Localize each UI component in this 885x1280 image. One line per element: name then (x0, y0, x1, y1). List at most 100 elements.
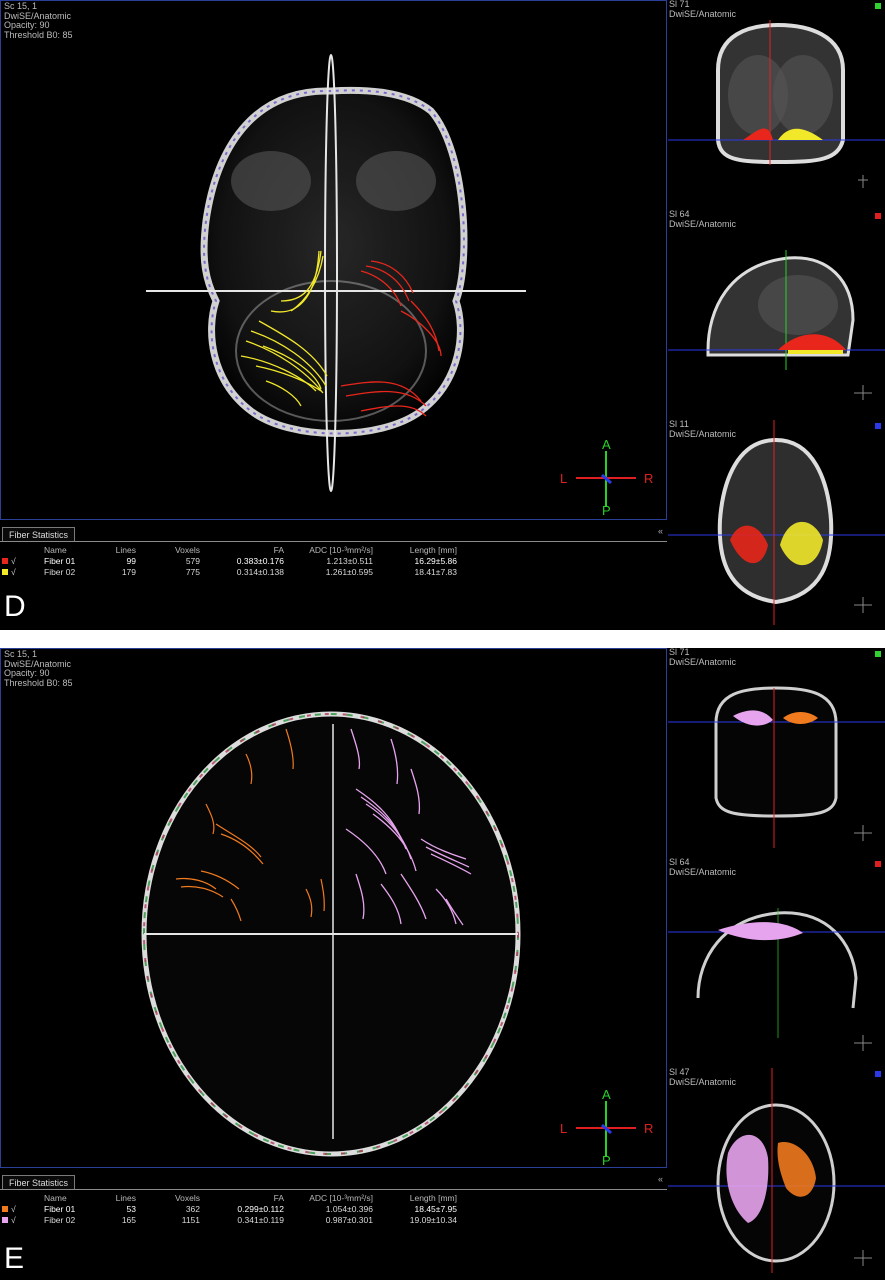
table-header-row: Name Lines Voxels FA ADC [10-³mm²/s] Len… (0, 544, 459, 555)
orient-anterior: A (602, 1087, 611, 1102)
col-lines: Lines (115, 1192, 136, 1203)
sequence-label: DwiSE/Anatomic (669, 218, 737, 229)
fiber-color-swatch[interactable] (2, 569, 8, 576)
col-lines: Lines (115, 544, 136, 555)
panel-divider (0, 630, 885, 648)
fiber-color-swatch[interactable] (2, 558, 8, 565)
fiber-fa: 0.341±0.119 (237, 1214, 284, 1225)
fiber-fa: 0.299±0.112 (237, 1203, 284, 1214)
col-name: Name (44, 544, 67, 555)
col-adc: ADC [10-³mm²/s] (309, 544, 373, 555)
sequence-label: DwiSE/Anatomic (669, 656, 737, 667)
visibility-check[interactable]: √ (11, 556, 16, 566)
col-adc: ADC [10-³mm²/s] (309, 1192, 373, 1203)
sequence-label: DwiSE/Anatomic (669, 866, 737, 877)
axial-view[interactable]: Sl 47 DwiSE/Anatomic (668, 1068, 885, 1273)
fiber-length: 19.09±10.34 (409, 1214, 457, 1225)
orient-anterior: A (602, 437, 611, 452)
fiber-color-swatch[interactable] (2, 1217, 8, 1224)
sequence-label: DwiSE/Anatomic (669, 428, 737, 439)
threshold-label: Threshold B0: 85 (4, 29, 73, 40)
view-indicator-dot (875, 423, 881, 429)
sagittal-slice-image (668, 250, 885, 400)
fiber-stats-table: Name Lines Voxels FA ADC [10-³mm²/s] Len… (0, 1192, 459, 1225)
fiber-color-swatch[interactable] (2, 1206, 8, 1213)
tab-fiber-statistics[interactable]: Fiber Statistics (2, 527, 76, 542)
fiber-statistics-panel: Fiber Statistics « Name Lines Voxels FA … (0, 1172, 667, 1272)
fiber-adc: 1.213±0.511 (326, 555, 373, 566)
view-indicator-dot (875, 651, 881, 657)
axial-slice-image (668, 1068, 885, 1273)
fiber-adc: 1.054±0.396 (325, 1203, 373, 1214)
main-3d-view[interactable]: Sc 15, 1 DwiSE/Anatomic Opacity: 90 Thre… (0, 0, 667, 520)
fiber-voxels: 362 (185, 1203, 200, 1214)
fiber-voxels: 1151 (181, 1214, 200, 1225)
fiber-fa: 0.383±0.176 (236, 555, 284, 566)
col-length: Length [mm] (409, 544, 457, 555)
panel-letter: D (4, 590, 26, 623)
collapse-icon[interactable]: « (658, 526, 663, 536)
col-length: Length [mm] (409, 1192, 457, 1203)
table-row[interactable]: √ Fiber 02 179 775 0.314±0.138 1.261±0.5… (0, 566, 459, 577)
fiber-name: Fiber 01 (44, 555, 76, 566)
sequence-label: DwiSE/Anatomic (669, 1076, 737, 1087)
table-row[interactable]: √ Fiber 01 53 362 0.299±0.112 1.054±0.39… (0, 1203, 459, 1214)
sagittal-view[interactable]: Sl 64 DwiSE/Anatomic (668, 858, 885, 1063)
fiber-length: 18.41±7.83 (414, 566, 457, 577)
view-indicator-dot (875, 1071, 881, 1077)
fiber-adc: 1.261±0.595 (325, 566, 373, 577)
fiber-length: 18.45±7.95 (414, 1203, 457, 1214)
fiber-voxels: 775 (185, 566, 200, 577)
sequence-label: DwiSE/Anatomic (669, 8, 737, 19)
orient-posterior: P (602, 1153, 611, 1168)
fiber-lines: 99 (126, 555, 136, 566)
visibility-check[interactable]: √ (11, 567, 16, 577)
panel-letter: E (4, 1242, 25, 1275)
orientation-widget: A L R P (556, 431, 666, 519)
visibility-check[interactable]: √ (11, 1204, 16, 1214)
orient-left: L (560, 1121, 568, 1136)
scan-info-overlay: Sc 15, 1 DwiSE/Anatomic Opacity: 90 Thre… (4, 649, 73, 688)
axial-view[interactable]: Sl 11 DwiSE/Anatomic (668, 420, 885, 625)
fiber-length: 16.29±5.86 (414, 555, 457, 566)
orientation-widget: A L R P (556, 1081, 666, 1168)
coronal-view[interactable]: Sl 71 DwiSE/Anatomic (668, 0, 885, 205)
orient-left: L (560, 471, 568, 486)
coronal-slice-image (668, 686, 885, 848)
table-row[interactable]: √ Fiber 02 165 1151 0.341±0.119 0.987±0.… (0, 1214, 459, 1225)
view-indicator-dot (875, 213, 881, 219)
fiber-name: Fiber 01 (44, 1203, 76, 1214)
visibility-check[interactable]: √ (11, 1215, 16, 1225)
fiber-fa: 0.314±0.138 (236, 566, 284, 577)
col-voxels: Voxels (174, 1192, 200, 1203)
orient-right: R (644, 471, 654, 486)
view-indicator-dot (875, 3, 881, 9)
tab-fiber-statistics[interactable]: Fiber Statistics (2, 1175, 76, 1190)
sagittal-view[interactable]: Sl 64 DwiSE/Anatomic (668, 210, 885, 415)
fiber-adc: 0.987±0.301 (325, 1214, 373, 1225)
scan-info-overlay: Sc 15, 1 DwiSE/Anatomic Opacity: 90 Thre… (4, 1, 73, 40)
coronal-slice-image (668, 20, 885, 188)
coronal-view[interactable]: Sl 71 DwiSE/Anatomic (668, 648, 885, 853)
table-row[interactable]: √ Fiber 01 99 579 0.383±0.176 1.213±0.51… (0, 555, 459, 566)
panel-d: Sc 15, 1 DwiSE/Anatomic Opacity: 90 Thre… (0, 0, 885, 630)
fiber-name: Fiber 02 (44, 566, 76, 577)
fiber-statistics-panel: Fiber Statistics « Name Lines Voxels FA … (0, 524, 667, 624)
orient-right: R (644, 1121, 654, 1136)
fiber-lines: 53 (126, 1203, 136, 1214)
fiber-name: Fiber 02 (44, 1214, 76, 1225)
fiber-lines: 179 (121, 566, 136, 577)
col-voxels: Voxels (174, 544, 200, 555)
threshold-label: Threshold B0: 85 (4, 677, 73, 688)
fiber-voxels: 579 (185, 555, 200, 566)
panel-e: Sc 15, 1 DwiSE/Anatomic Opacity: 90 Thre… (0, 648, 885, 1280)
collapse-icon[interactable]: « (658, 1174, 663, 1184)
sagittal-slice-image (668, 908, 885, 1051)
fiber-stats-table: Name Lines Voxels FA ADC [10-³mm²/s] Len… (0, 544, 459, 577)
col-name: Name (44, 1192, 67, 1203)
main-3d-view[interactable]: Sc 15, 1 DwiSE/Anatomic Opacity: 90 Thre… (0, 648, 667, 1168)
table-header-row: Name Lines Voxels FA ADC [10-³mm²/s] Len… (0, 1192, 459, 1203)
axial-slice-image (668, 420, 885, 625)
fiber-lines: 165 (121, 1214, 136, 1225)
view-indicator-dot (875, 861, 881, 867)
